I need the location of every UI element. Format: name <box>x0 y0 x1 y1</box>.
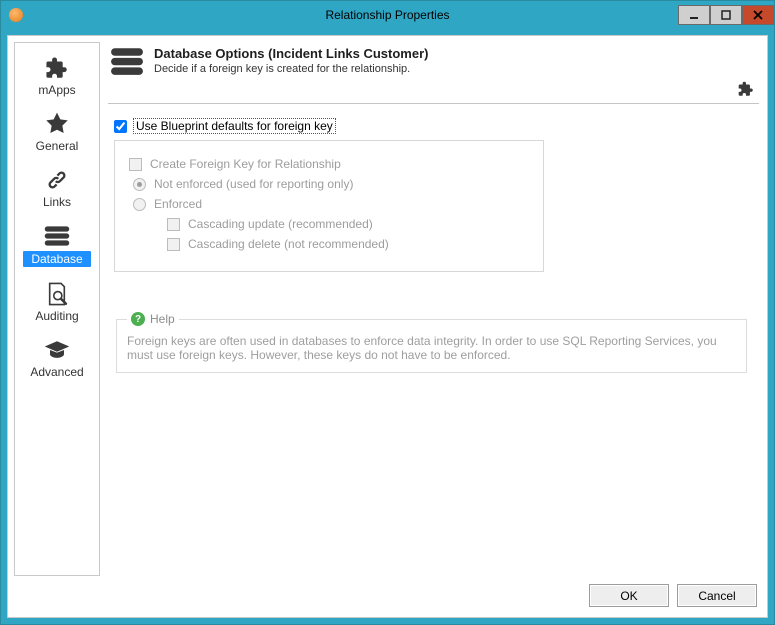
ok-button[interactable]: OK <box>589 584 669 607</box>
database-icon <box>42 223 72 249</box>
header-text: Database Options (Incident Links Custome… <box>154 46 429 75</box>
content: Use Blueprint defaults for foreign key C… <box>108 118 759 373</box>
cascading-delete-row: Cascading delete (not recommended) <box>167 237 529 251</box>
sidebar-item-mapps[interactable]: mApps <box>22 55 92 97</box>
not-enforced-label: Not enforced (used for reporting only) <box>154 177 353 191</box>
enforced-row: Enforced <box>133 197 529 211</box>
separator <box>108 103 759 104</box>
puzzle-icon <box>42 55 72 81</box>
sidebar-item-label: Advanced <box>30 365 83 379</box>
foreign-key-group: Create Foreign Key for Relationship Not … <box>114 140 544 272</box>
main-panel: Database Options (Incident Links Custome… <box>106 42 761 576</box>
use-blueprint-defaults-label[interactable]: Use Blueprint defaults for foreign key <box>133 118 336 134</box>
cascading-update-row: Cascading update (recommended) <box>167 217 529 231</box>
use-blueprint-defaults-row: Use Blueprint defaults for foreign key <box>114 118 753 134</box>
enforced-label: Enforced <box>154 197 202 211</box>
help-legend: ? Help <box>127 312 179 326</box>
close-button[interactable] <box>742 5 774 25</box>
link-icon <box>42 167 72 193</box>
sidebar: mApps General Links <box>14 42 100 576</box>
cascading-update-checkbox <box>167 218 180 231</box>
sidebar-item-database[interactable]: Database <box>22 223 92 267</box>
cascading-delete-label: Cascading delete (not recommended) <box>188 237 389 251</box>
gradcap-icon <box>42 337 72 363</box>
help-text: Foreign keys are often used in databases… <box>127 334 736 362</box>
sidebar-item-label: General <box>36 139 79 153</box>
page-subtitle: Decide if a foreign key is created for t… <box>154 63 429 75</box>
star-icon <box>42 111 72 137</box>
not-enforced-row: Not enforced (used for reporting only) <box>133 177 529 191</box>
sidebar-item-label: mApps <box>38 83 75 97</box>
header-toolbar <box>108 80 759 101</box>
sidebar-item-general[interactable]: General <box>22 111 92 153</box>
create-fk-label: Create Foreign Key for Relationship <box>150 157 341 171</box>
audit-icon <box>42 281 72 307</box>
page-title: Database Options (Incident Links Custome… <box>154 46 429 61</box>
database-icon <box>110 46 144 76</box>
titlebar: Relationship Properties <box>1 1 774 29</box>
use-blueprint-defaults-checkbox[interactable] <box>114 120 127 133</box>
help-legend-text: Help <box>150 312 175 326</box>
cascading-delete-checkbox <box>167 238 180 251</box>
cancel-button[interactable]: Cancel <box>677 584 757 607</box>
sidebar-item-advanced[interactable]: Advanced <box>22 337 92 379</box>
create-fk-row: Create Foreign Key for Relationship <box>129 157 529 171</box>
not-enforced-radio <box>133 178 146 191</box>
help-icon: ? <box>131 312 145 326</box>
create-fk-checkbox <box>129 158 142 171</box>
sidebar-item-auditing[interactable]: Auditing <box>22 281 92 323</box>
maximize-button[interactable] <box>710 5 742 25</box>
close-icon <box>753 10 763 20</box>
sidebar-item-label: Database <box>23 251 90 267</box>
cascading-update-label: Cascading update (recommended) <box>188 217 373 231</box>
sidebar-item-label: Auditing <box>35 309 78 323</box>
dialog-footer: OK Cancel <box>8 576 767 617</box>
page-header: Database Options (Incident Links Custome… <box>108 42 759 82</box>
maximize-icon <box>721 10 731 20</box>
window-buttons <box>678 5 774 25</box>
window-title: Relationship Properties <box>1 8 774 22</box>
sidebar-item-links[interactable]: Links <box>22 167 92 209</box>
minimize-button[interactable] <box>678 5 710 25</box>
app-icon <box>9 8 23 22</box>
enforced-radio <box>133 198 146 211</box>
relationship-properties-window: Relationship Properties mApps <box>0 0 775 625</box>
help-box: ? Help Foreign keys are often used in da… <box>116 312 747 373</box>
puzzle-icon[interactable] <box>737 80 755 101</box>
sidebar-item-label: Links <box>43 195 71 209</box>
minimize-icon <box>689 10 699 20</box>
client-area: mApps General Links <box>7 35 768 618</box>
body: mApps General Links <box>8 36 767 576</box>
